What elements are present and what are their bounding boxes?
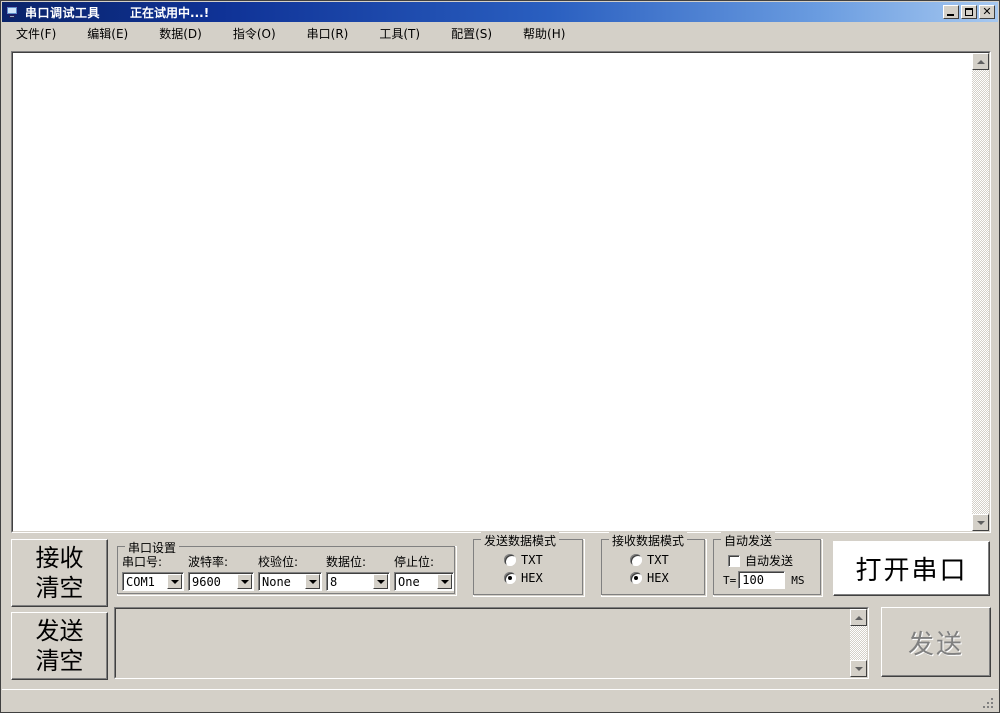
auto-send-interval-prefix: T= — [723, 573, 737, 587]
close-button[interactable]: ✕ — [979, 5, 995, 19]
menu-item-edit[interactable]: 编辑(E) — [87, 23, 128, 44]
clear-receive-label-line2: 清空 — [35, 574, 84, 602]
clear-receive-button[interactable]: 接收 清空 — [11, 539, 108, 607]
auto-send-interval-row: T= 100 MS — [723, 571, 805, 589]
menu-item-data[interactable]: 数据(D) — [159, 23, 202, 44]
baud-rate-field: 波特率: 9600 — [188, 553, 254, 591]
parity-combo[interactable]: None — [258, 572, 322, 591]
chevron-down-icon[interactable] — [437, 574, 452, 589]
send-text-area[interactable] — [114, 607, 869, 679]
data-bits-combo[interactable]: 8 — [326, 572, 390, 591]
clear-send-button[interactable]: 发送 清空 — [11, 612, 108, 680]
stop-bits-combo[interactable]: One — [394, 572, 454, 591]
monitor-icon — [5, 5, 21, 19]
baud-rate-combo[interactable]: 9600 — [188, 572, 254, 591]
serial-port-value: COM1 — [126, 574, 155, 589]
receive-mode-txt-label: TXT — [647, 553, 669, 567]
radio-icon — [504, 572, 516, 584]
chevron-down-icon[interactable] — [167, 574, 182, 589]
serial-settings-title: 串口设置 — [125, 539, 180, 556]
serial-settings-group: 串口设置 串口号: COM1 波特率: 9600 校验位: None 数据位: … — [117, 539, 457, 596]
window-controls: ✕ — [943, 5, 995, 19]
auto-send-checkbox-label: 自动发送 — [745, 554, 794, 568]
auto-send-title: 自动发送 — [721, 532, 776, 549]
auto-send-checkbox-row[interactable]: 自动发送 — [728, 552, 793, 569]
auto-send-interval-value: 100 — [742, 573, 764, 587]
stop-bits-value: One — [398, 574, 420, 589]
receive-data-mode-group: 接收数据模式 TXT HEX — [601, 532, 707, 597]
maximize-button[interactable] — [961, 5, 977, 19]
stop-bits-label: 停止位: — [394, 555, 435, 569]
auto-send-group: 自动发送 自动发送 T= 100 MS — [713, 532, 823, 597]
chevron-down-icon[interactable] — [373, 574, 388, 589]
scroll-down-icon[interactable] — [972, 514, 989, 531]
menu-item-command[interactable]: 指令(O) — [233, 23, 276, 44]
parity-label: 校验位: — [258, 555, 299, 569]
clear-send-label-line1: 发送 — [35, 617, 84, 645]
serial-port-field: 串口号: COM1 — [122, 553, 184, 591]
parity-field: 校验位: None — [258, 553, 322, 591]
menu-bar: 文件(F) 编辑(E) 数据(D) 指令(O) 串口(R) 工具(T) 配置(S… — [2, 22, 998, 44]
menu-item-help[interactable]: 帮助(H) — [523, 23, 565, 44]
scroll-down-icon[interactable] — [850, 660, 867, 677]
send-scrollbar[interactable] — [850, 609, 867, 677]
send-data-mode-title: 发送数据模式 — [481, 532, 560, 549]
send-mode-txt-label: TXT — [521, 553, 543, 567]
window-subtitle: 正在试用中...! — [130, 5, 210, 20]
receive-data-mode-title: 接收数据模式 — [609, 532, 688, 549]
send-mode-radio-txt[interactable]: TXT — [504, 553, 543, 567]
data-bits-field: 数据位: 8 — [326, 553, 390, 591]
data-bits-label: 数据位: — [326, 555, 367, 569]
serial-debug-tool-window: 串口调试工具 正在试用中...! ✕ 文件(F) 编辑(E) 数据(D) 指令(… — [0, 0, 1000, 713]
chevron-down-icon[interactable] — [237, 574, 252, 589]
send-button[interactable]: 发送 — [881, 607, 991, 677]
send-mode-hex-label: HEX — [521, 571, 543, 585]
baud-rate-value: 9600 — [192, 574, 221, 589]
receive-scrollbar[interactable] — [972, 53, 989, 531]
menu-item-tools[interactable]: 工具(T) — [379, 23, 420, 44]
radio-icon — [504, 554, 516, 566]
menu-item-serial[interactable]: 串口(R) — [307, 23, 349, 44]
status-bar — [2, 689, 998, 711]
receive-mode-hex-label: HEX — [647, 571, 669, 585]
resize-grip-icon[interactable] — [982, 696, 995, 709]
send-mode-radio-hex[interactable]: HEX — [504, 571, 543, 585]
chevron-down-icon[interactable] — [305, 574, 320, 589]
title-bar[interactable]: 串口调试工具 正在试用中...! ✕ — [2, 2, 998, 22]
scroll-up-icon[interactable] — [972, 53, 989, 70]
minimize-button[interactable] — [943, 5, 959, 19]
radio-icon — [630, 554, 642, 566]
close-icon: ✕ — [982, 5, 992, 18]
window-title: 串口调试工具 — [25, 5, 101, 20]
send-button-label: 发送 — [907, 629, 964, 660]
baud-rate-label: 波特率: — [188, 555, 229, 569]
auto-send-interval-unit: MS — [791, 573, 805, 587]
receive-mode-radio-hex[interactable]: HEX — [630, 571, 669, 585]
receive-text-area[interactable] — [11, 51, 991, 533]
open-serial-port-label: 打开串口 — [855, 556, 968, 586]
scroll-up-icon[interactable] — [850, 609, 867, 626]
radio-icon — [630, 572, 642, 584]
auto-send-interval-input[interactable]: 100 — [738, 571, 786, 589]
send-data-mode-group: 发送数据模式 TXT HEX — [473, 532, 585, 597]
clear-receive-label-line1: 接收 — [35, 544, 84, 572]
clear-send-label-line2: 清空 — [35, 647, 84, 675]
menu-item-config[interactable]: 配置(S) — [451, 23, 492, 44]
menu-item-file[interactable]: 文件(F) — [16, 23, 56, 44]
open-serial-port-button[interactable]: 打开串口 — [833, 541, 990, 596]
checkbox-icon[interactable] — [728, 554, 740, 567]
data-bits-value: 8 — [330, 574, 338, 589]
parity-value: None — [262, 574, 291, 589]
stop-bits-field: 停止位: One — [394, 553, 454, 591]
serial-port-combo[interactable]: COM1 — [122, 572, 184, 591]
receive-mode-radio-txt[interactable]: TXT — [630, 553, 669, 567]
